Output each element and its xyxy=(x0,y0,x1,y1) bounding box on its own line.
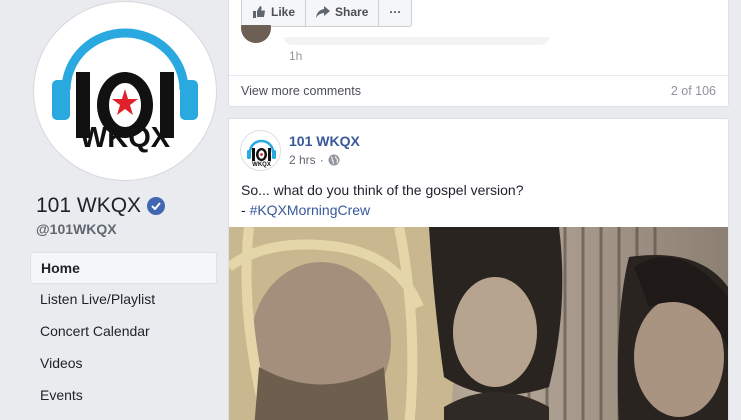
band-photo-image xyxy=(229,227,728,420)
post-body: So... what do you think of the gospel ve… xyxy=(241,180,524,220)
page-name-heading[interactable]: 101 WKQX xyxy=(36,194,166,218)
post-photo[interactable] xyxy=(229,227,728,420)
page-nav: Home Listen Live/Playlist Concert Calend… xyxy=(30,252,217,412)
logo-wordmark: WKQX xyxy=(80,122,171,154)
logo-wordmark-small: WKQX xyxy=(252,162,271,168)
nav-item-home[interactable]: Home xyxy=(30,252,217,284)
more-options-icon: ··· xyxy=(389,4,402,19)
thumbs-up-icon xyxy=(253,6,265,18)
commenter-avatar[interactable] xyxy=(241,25,271,43)
hashtag-link[interactable]: #KQXMorningCrew xyxy=(250,202,371,218)
more-options-button[interactable]: ··· xyxy=(379,0,411,26)
divider xyxy=(229,75,728,76)
page-name[interactable]: 101 WKQX xyxy=(36,194,141,218)
post-meta: 2 hrs · xyxy=(289,153,340,167)
share-button[interactable]: Share xyxy=(306,0,380,26)
comment-timestamp[interactable]: 1h xyxy=(289,49,302,63)
like-label: Like xyxy=(271,4,296,19)
wkqx-logo-small: WKQX xyxy=(247,139,276,168)
nav-item-events[interactable]: Events xyxy=(30,380,217,412)
like-button[interactable]: Like xyxy=(242,0,307,26)
share-label: Share xyxy=(335,4,369,19)
post-card: WKQX 101 WKQX 2 hrs · So... what do you … xyxy=(228,118,729,420)
globe-icon[interactable] xyxy=(328,154,340,166)
nav-item-listen-live[interactable]: Listen Live/Playlist xyxy=(30,284,217,316)
separator-dot: · xyxy=(319,153,324,167)
wkqx-logo: WKQX xyxy=(52,28,198,154)
hashtag-prefix: - xyxy=(241,202,250,218)
previous-post-card: Like Share ··· 1h View more comments 2 o… xyxy=(228,0,729,107)
post-action-bar: Like Share ··· xyxy=(241,0,413,27)
post-author-name[interactable]: 101 WKQX xyxy=(289,133,360,149)
comment-bubble xyxy=(284,37,549,45)
post-hashtag-line: - #KQXMorningCrew xyxy=(241,200,524,220)
view-more-comments-link[interactable]: View more comments xyxy=(241,84,361,98)
nav-item-videos[interactable]: Videos xyxy=(30,348,217,380)
page-handle[interactable]: @101WKQX xyxy=(36,221,117,237)
comment-count: 2 of 106 xyxy=(670,84,716,98)
nav-item-concert-calendar[interactable]: Concert Calendar xyxy=(30,316,217,348)
post-text-line: So... what do you think of the gospel ve… xyxy=(241,182,524,198)
share-arrow-icon xyxy=(316,5,331,18)
page-profile-picture[interactable]: WKQX xyxy=(34,2,216,180)
post-author-avatar[interactable]: WKQX xyxy=(240,130,281,171)
verified-badge-icon xyxy=(147,197,166,215)
post-timestamp[interactable]: 2 hrs xyxy=(289,153,316,167)
